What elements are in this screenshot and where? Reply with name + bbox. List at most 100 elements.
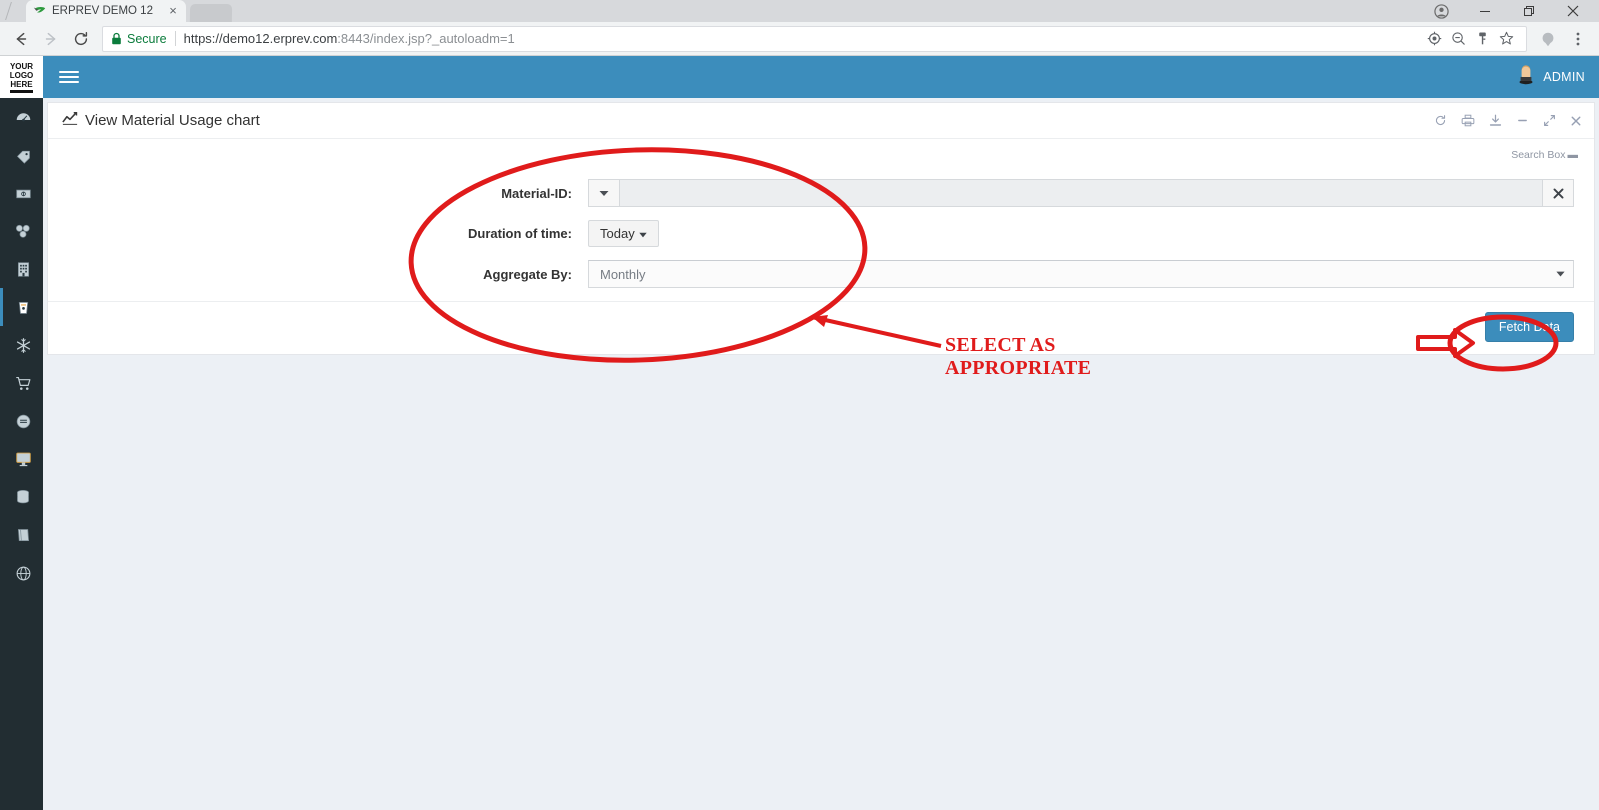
key-icon[interactable] xyxy=(1470,27,1494,51)
material-usage-panel: View Material Usage chart Search Box ▬ M… xyxy=(47,102,1595,355)
cast-icon[interactable] xyxy=(1533,25,1563,53)
bird-logo-icon xyxy=(32,4,46,18)
user-menu[interactable]: ADMIN xyxy=(1517,64,1585,90)
hamburger-icon[interactable] xyxy=(59,71,79,83)
search-box-label: Search Box xyxy=(1511,149,1566,161)
toolbar-right-icons xyxy=(1533,25,1593,53)
form-row-aggregate: Aggregate By: Monthly xyxy=(48,260,1594,288)
forward-button[interactable] xyxy=(36,25,66,53)
snowflake-icon xyxy=(15,337,32,354)
sidebar-item-book[interactable] xyxy=(0,516,43,554)
new-tab-button[interactable] xyxy=(189,4,233,22)
disc-icon xyxy=(15,413,32,430)
form-row-duration: Duration of time: Today xyxy=(48,220,1594,247)
globe-icon xyxy=(15,565,32,582)
expand-icon[interactable] xyxy=(1543,114,1556,127)
sidebar-item-material-usage[interactable] xyxy=(0,288,43,326)
monitor-icon xyxy=(15,451,32,467)
user-name-label: ADMIN xyxy=(1543,70,1585,84)
reload-button[interactable] xyxy=(66,25,96,53)
window-close-button[interactable] xyxy=(1551,0,1595,22)
panel-title: View Material Usage chart xyxy=(62,111,260,131)
panel-body: Search Box ▬ Material-ID: Duration of ti… xyxy=(48,139,1594,354)
security-status-label: Secure xyxy=(127,31,167,46)
duration-value: Today xyxy=(600,226,635,241)
browser-chrome: ERPREV DEMO 12 × Secure https://demo12.e… xyxy=(0,0,1599,56)
tabstrip-left-edge xyxy=(0,0,26,22)
material-id-dropdown-button[interactable] xyxy=(588,179,620,207)
caret-down-icon xyxy=(639,226,647,241)
search-box-row: Search Box ▬ xyxy=(48,139,1594,165)
search-box-toggle[interactable]: Search Box ▬ xyxy=(1511,149,1578,161)
browser-tab-title: ERPREV DEMO 12 xyxy=(52,5,153,17)
sidebar-item-tag[interactable] xyxy=(0,136,43,174)
window-minimize-button[interactable] xyxy=(1463,0,1507,22)
sidebar-item-dashboard[interactable] xyxy=(0,98,43,136)
window-maximize-button[interactable] xyxy=(1507,0,1551,22)
tag-icon xyxy=(15,147,32,164)
form-row-material-id: Material-ID: xyxy=(48,179,1594,207)
print-icon[interactable] xyxy=(1461,114,1475,127)
aggregate-label: Aggregate By: xyxy=(483,266,572,282)
refresh-icon[interactable] xyxy=(1434,114,1447,127)
molecule-icon xyxy=(14,222,32,240)
window-controls xyxy=(1419,0,1599,22)
clear-x-icon[interactable] xyxy=(1542,179,1574,207)
main-sidebar: YOUR LOGO HERE xyxy=(0,56,43,810)
cup-icon xyxy=(16,299,31,316)
url-host: demo12.erprev.com xyxy=(222,31,338,46)
browser-profile-icon[interactable] xyxy=(1419,3,1463,19)
sidebar-item-globe[interactable] xyxy=(0,554,43,592)
target-icon[interactable] xyxy=(1422,27,1446,51)
browser-tab[interactable]: ERPREV DEMO 12 × xyxy=(26,0,186,22)
download-icon[interactable] xyxy=(1489,114,1502,127)
sidebar-item-cart[interactable] xyxy=(0,364,43,402)
sidebar-item-monitor[interactable] xyxy=(0,440,43,478)
url-text: https://demo12.erprev.com:8443/index.jsp… xyxy=(184,31,515,46)
shopping-cart-icon xyxy=(15,375,32,392)
zoom-out-icon[interactable] xyxy=(1446,27,1470,51)
main-column: ADMIN View Material Usage chart Search B… xyxy=(43,56,1599,810)
duration-label: Duration of time: xyxy=(468,226,572,241)
sidebar-item-database[interactable] xyxy=(0,478,43,516)
url-port: :8443 xyxy=(337,31,370,46)
sidebar-item-building[interactable] xyxy=(0,250,43,288)
app-header: ADMIN xyxy=(43,56,1599,98)
browser-tabstrip: ERPREV DEMO 12 × xyxy=(0,0,1599,22)
close-icon[interactable] xyxy=(1570,115,1582,127)
app-logo[interactable]: YOUR LOGO HERE xyxy=(0,56,43,98)
database-icon xyxy=(15,489,31,506)
sidebar-item-molecule[interactable] xyxy=(0,212,43,250)
book-icon xyxy=(15,527,32,544)
fetch-data-button[interactable]: Fetch Data xyxy=(1484,312,1574,342)
user-avatar-icon xyxy=(1517,64,1535,90)
money-icon xyxy=(15,185,32,202)
logo-line-2: LOGO xyxy=(9,70,34,80)
menu-dots-icon[interactable] xyxy=(1563,25,1593,53)
lock-icon xyxy=(111,32,122,45)
logo-line-3: HERE xyxy=(10,79,33,89)
panel-header: View Material Usage chart xyxy=(48,103,1594,139)
minimize-icon[interactable] xyxy=(1516,114,1529,127)
line-chart-icon xyxy=(62,111,78,131)
material-id-input[interactable] xyxy=(620,179,1542,207)
address-bar[interactable]: Secure https://demo12.erprev.com:8443/in… xyxy=(102,25,1527,52)
application-shell: YOUR LOGO HERE ADMIN View Material Usage… xyxy=(0,56,1599,810)
url-scheme: https:// xyxy=(183,31,223,46)
duration-dropdown-button[interactable]: Today xyxy=(588,220,659,247)
material-id-label: Material-ID: xyxy=(501,185,572,201)
sidebar-item-money[interactable] xyxy=(0,174,43,212)
sidebar-item-disc[interactable] xyxy=(0,402,43,440)
search-box-caret-icon: ▬ xyxy=(1567,149,1579,161)
content-area: View Material Usage chart Search Box ▬ M… xyxy=(43,98,1599,810)
material-id-input-group xyxy=(588,179,1574,207)
url-path: /index.jsp?_autoloadm=1 xyxy=(369,31,515,46)
sidebar-item-snowflake[interactable] xyxy=(0,326,43,364)
star-icon[interactable] xyxy=(1494,27,1518,51)
aggregate-by-select[interactable]: Monthly xyxy=(588,260,1574,288)
panel-tools xyxy=(1434,114,1582,127)
back-button[interactable] xyxy=(6,25,36,53)
tab-close-icon[interactable]: × xyxy=(166,4,180,18)
dashboard-icon xyxy=(15,109,32,126)
omnibox-divider xyxy=(174,31,176,46)
